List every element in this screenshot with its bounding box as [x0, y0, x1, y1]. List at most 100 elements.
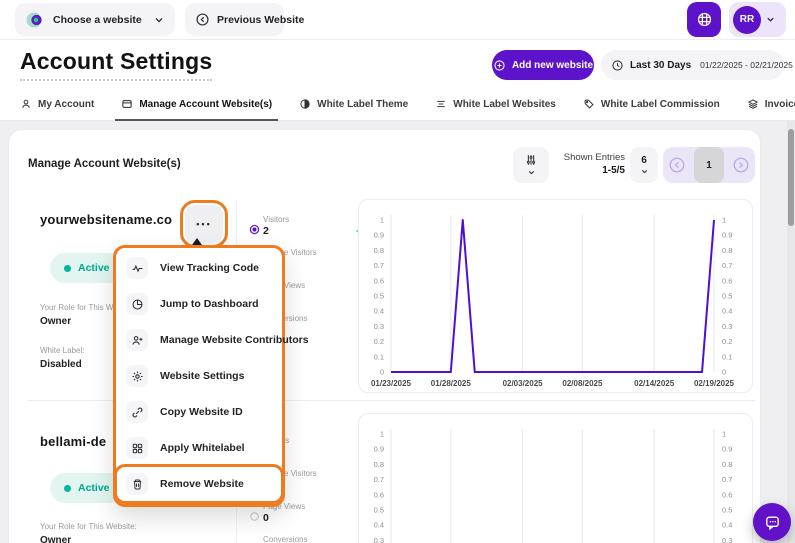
svg-text:0.2: 0.2 — [374, 337, 384, 346]
menu-item-label: Website Settings — [160, 370, 244, 382]
tab-white-label-websites[interactable]: White Label Websites — [435, 88, 556, 121]
chevron-down-icon — [765, 14, 776, 25]
shown-entries-value: 1-5/5 — [552, 165, 625, 176]
svg-text:0.9: 0.9 — [722, 445, 732, 454]
svg-text:0.4: 0.4 — [722, 307, 732, 316]
svg-text:0.6: 0.6 — [374, 490, 384, 499]
chevron-down-icon — [527, 168, 536, 177]
previous-website-button[interactable]: Previous Website — [185, 3, 284, 36]
menu-item-label: Copy Website ID — [160, 406, 243, 418]
svg-text:0: 0 — [722, 368, 726, 377]
svg-text:0.4: 0.4 — [374, 307, 384, 316]
svg-text:02/19/2025: 02/19/2025 — [694, 379, 735, 388]
menu-item-website-settings[interactable]: Website Settings — [116, 358, 282, 394]
avatar: RR — [733, 6, 761, 34]
filter-button[interactable] — [513, 147, 549, 183]
tab-manage-account-websites[interactable]: Manage Account Website(s) — [121, 88, 272, 121]
role-value: Owner — [40, 316, 71, 327]
stat-label: Conversions — [263, 535, 307, 543]
page-header: Account Settings Add new website Last 30… — [0, 40, 795, 88]
menu-item-manage-website-contributors[interactable]: Manage Website Contributors — [116, 322, 282, 358]
tabs: My Account Manage Account Website(s) Whi… — [0, 88, 795, 121]
svg-text:0.8: 0.8 — [722, 460, 732, 469]
circle-icon — [248, 510, 261, 523]
tab-label: White Label Commission — [601, 99, 720, 110]
menu-caret-icon — [192, 238, 202, 245]
svg-text:0.3: 0.3 — [374, 322, 384, 331]
row-actions-menu: View Tracking Code Jump to Dashboard Man… — [113, 245, 285, 507]
menu-item-copy-website-id[interactable]: Copy Website ID — [116, 394, 282, 430]
svg-text:0.6: 0.6 — [722, 490, 732, 499]
user-icon — [20, 98, 32, 110]
tab-white-label-commission[interactable]: White Label Commission — [583, 88, 720, 121]
svg-text:0.7: 0.7 — [374, 261, 384, 270]
svg-text:0.9: 0.9 — [374, 445, 384, 454]
lines-icon — [435, 98, 447, 110]
previous-website-label: Previous Website — [217, 14, 304, 26]
svg-text:1: 1 — [722, 216, 726, 225]
role-label: Your Role for This Website: — [40, 522, 137, 531]
choose-website-dropdown[interactable]: Choose a website — [15, 3, 175, 36]
menu-item-label: View Tracking Code — [160, 262, 259, 274]
panel-title: Manage Account Website(s) — [28, 158, 181, 170]
tab-label: Invoices — [765, 99, 795, 110]
current-page[interactable]: 1 — [694, 147, 724, 183]
pagination: 1 — [663, 147, 755, 183]
back-circle-icon — [195, 12, 210, 27]
menu-item-remove-website[interactable]: Remove Website — [116, 466, 282, 502]
svg-text:0.3: 0.3 — [374, 536, 384, 543]
svg-text:0.5: 0.5 — [722, 292, 732, 301]
svg-text:1: 1 — [380, 430, 384, 439]
svg-text:02/14/2025: 02/14/2025 — [634, 379, 675, 388]
apps-button[interactable] — [687, 2, 721, 37]
scrollbar-thumb[interactable] — [788, 129, 794, 226]
stat-label: Visitors — [263, 215, 289, 224]
svg-text:01/28/2025: 01/28/2025 — [431, 379, 472, 388]
role-value: Owner — [40, 535, 71, 543]
menu-item-apply-whitelabel[interactable]: Apply Whitelabel — [116, 430, 282, 466]
contrast-icon — [299, 98, 311, 110]
prev-circle-icon[interactable] — [668, 156, 686, 174]
svg-text:0.8: 0.8 — [374, 460, 384, 469]
target-icon — [248, 223, 261, 236]
svg-text:0.4: 0.4 — [722, 521, 732, 530]
tab-invoices[interactable]: Invoices — [747, 88, 795, 121]
menu-item-label: Jump to Dashboard — [160, 298, 259, 310]
white-label-value: Disabled — [40, 359, 82, 370]
status-dot-icon — [64, 485, 71, 492]
svg-text:01/23/2025: 01/23/2025 — [371, 379, 412, 388]
date-range-picker[interactable]: Last 30 Days 01/22/2025 - 02/21/2025 — [601, 50, 784, 80]
svg-text:0.5: 0.5 — [722, 506, 732, 515]
svg-text:0.5: 0.5 — [374, 292, 384, 301]
svg-text:0.8: 0.8 — [374, 246, 384, 255]
tab-white-label-theme[interactable]: White Label Theme — [299, 88, 408, 121]
svg-text:0.3: 0.3 — [722, 536, 732, 543]
chevron-down-icon — [153, 14, 165, 26]
chevron-down-icon — [640, 167, 649, 176]
tab-my-account[interactable]: My Account — [20, 88, 94, 121]
ellipsis-icon: ••• — [196, 219, 211, 229]
svg-text:0: 0 — [380, 368, 384, 377]
svg-text:1: 1 — [380, 216, 384, 225]
chat-bubble-icon — [764, 514, 781, 531]
stat-visitors: Visitors 2 +100% — [248, 215, 360, 245]
website-name: bellami-de — [40, 434, 106, 449]
svg-text:0.5: 0.5 — [374, 506, 384, 515]
status-label: Active — [78, 482, 110, 494]
page-size-select[interactable]: 6 — [630, 147, 658, 183]
svg-text:0.7: 0.7 — [722, 261, 732, 270]
stat-value: 0 — [263, 512, 269, 524]
tag-icon — [583, 98, 595, 110]
menu-item-jump-to-dashboard[interactable]: Jump to Dashboard — [116, 286, 282, 322]
site-logo-icon — [25, 10, 45, 30]
user-menu[interactable]: RR — [729, 2, 786, 37]
svg-text:0.7: 0.7 — [722, 475, 732, 484]
chat-fab-button[interactable] — [753, 503, 791, 541]
add-new-website-button[interactable]: Add new website — [492, 50, 594, 80]
next-circle-icon[interactable] — [732, 156, 750, 174]
row-actions-button[interactable]: ••• — [185, 205, 223, 243]
white-label-label: White Label: — [40, 346, 84, 355]
svg-text:0.2: 0.2 — [722, 337, 732, 346]
user-plus-icon — [131, 334, 144, 347]
menu-item-view-tracking-code[interactable]: View Tracking Code — [116, 250, 282, 286]
